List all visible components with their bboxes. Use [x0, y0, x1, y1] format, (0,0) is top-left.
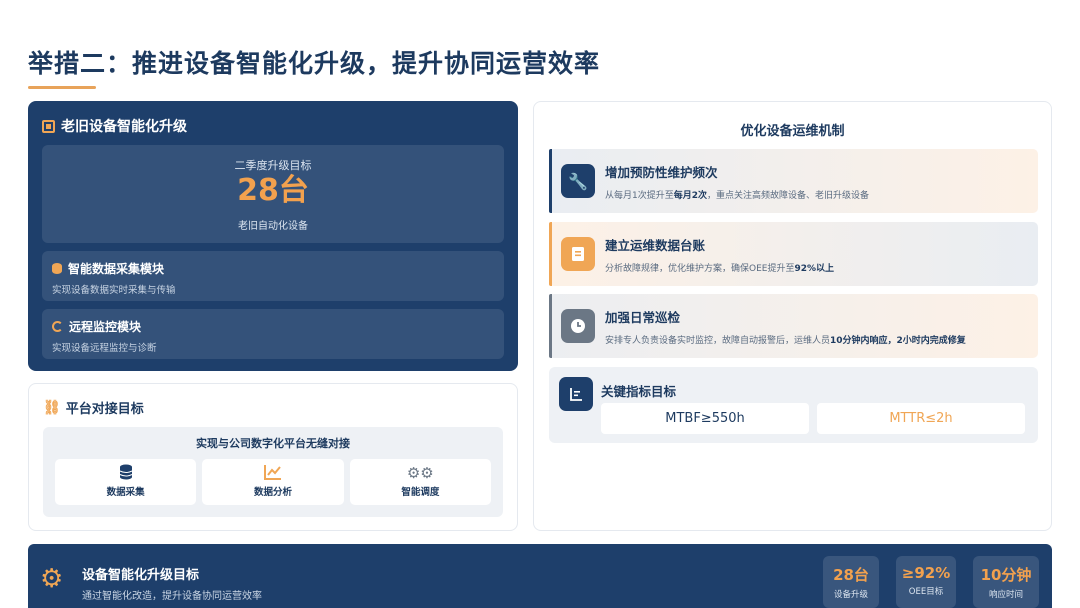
kpi-box: 关键指标目标 MTBF≥550h MTTR≤2h	[549, 367, 1038, 443]
platform-card-header: ⛓ 平台对接目标	[43, 398, 503, 418]
ledger-icon	[561, 237, 595, 271]
platform-inner: 实现与公司数字化平台无缝对接 数据采集 数据分析 ⚙⚙ 智能调度	[43, 427, 503, 517]
stat-value: 28台	[833, 566, 869, 584]
stat-oee: ≥92% OEE目标	[896, 556, 956, 608]
ops-card: 优化设备运维机制 🔧 增加预防性维护频次 从每月1次提升至每月2次，重点关注高频…	[533, 101, 1052, 531]
database-icon	[55, 464, 196, 482]
ops-item-title: 加强日常巡检	[605, 309, 681, 325]
module-desc: 实现设备远程监控与诊断	[52, 343, 157, 354]
stat-devices: 28台 设备升级	[823, 556, 879, 608]
line-chart-icon	[202, 464, 343, 482]
banner-subtitle: 通过智能化改造，提升设备协同运营效率	[82, 591, 262, 602]
gears-icon: ⚙⚙	[406, 464, 434, 482]
target-value: 28台	[237, 173, 309, 208]
target-sub: 老旧自动化设备	[238, 221, 308, 232]
database-icon	[52, 263, 62, 274]
chip-icon	[42, 119, 55, 133]
summary-banner: ⚙ 设备智能化升级目标 通过智能化改造，提升设备协同运营效率 28台 设备升级 …	[28, 544, 1052, 608]
module-desc: 实现设备数据实时采集与传输	[52, 285, 176, 296]
stat-value: 10分钟	[980, 566, 1032, 584]
ops-item-desc: 从每月1次提升至每月2次，重点关注高频故障设备、老旧升级设备	[605, 190, 870, 201]
target-label: 二季度升级目标	[234, 159, 312, 172]
ops-item-daily-inspection: 加强日常巡检 安排专人负责设备实时监控，故障自动报警后，运维人员10分钟内响应，…	[549, 294, 1038, 358]
platform-card: ⛓ 平台对接目标 实现与公司数字化平台无缝对接 数据采集 数据分析 ⚙⚙ 智能调…	[28, 383, 518, 531]
page-title: 举措二：推进设备智能化升级，提升协同运营效率	[28, 49, 601, 78]
module-data-collection: 智能数据采集模块 实现设备数据实时采集与传输	[42, 251, 504, 301]
upgrade-card-header: 老旧设备智能化升级	[42, 113, 504, 139]
upgrade-target-box: 二季度升级目标 28台 老旧自动化设备	[42, 145, 504, 243]
platform-item-data-analysis: 数据分析	[202, 459, 344, 505]
kpi-mtbf: MTBF≥550h	[601, 403, 809, 434]
platform-item-data-collection: 数据采集	[55, 459, 197, 505]
kpi-title: 关键指标目标	[601, 384, 677, 399]
title-underline	[28, 86, 96, 89]
module-title: 智能数据采集模块	[68, 262, 165, 276]
platform-item-smart-scheduling: ⚙⚙ 智能调度	[349, 459, 491, 505]
stat-label: 响应时间	[988, 590, 1023, 600]
stat-value: ≥92%	[901, 564, 951, 582]
stat-label: OEE目标	[908, 587, 944, 597]
platform-card-title: 平台对接目标	[65, 402, 144, 417]
banner-title: 设备智能化升级目标	[82, 568, 200, 583]
ops-item-desc: 安排专人负责设备实时监控，故障自动报警后，运维人员10分钟内响应，2小时内完成修…	[605, 335, 966, 346]
list-icon	[559, 377, 593, 411]
stat-response: 10分钟 响应时间	[973, 556, 1039, 608]
ops-item-desc: 分析故障规律，优化维护方案，确保OEE提升至92%以上	[605, 263, 835, 274]
platform-item-label: 数据分析	[253, 487, 292, 498]
ops-item-title: 增加预防性维护频次	[605, 164, 718, 180]
platform-item-label: 数据采集	[106, 487, 145, 498]
gears-icon: ⚙	[40, 564, 64, 594]
link-icon: ⛓	[43, 399, 61, 416]
module-remote-monitor: 远程监控模块 实现设备远程监控与诊断	[42, 309, 504, 359]
module-title: 远程监控模块	[69, 320, 142, 334]
stat-label: 设备升级	[833, 590, 868, 600]
ops-item-data-ledger: 建立运维数据台账 分析故障规律，优化维护方案，确保OEE提升至92%以上	[549, 222, 1038, 286]
ops-item-title: 建立运维数据台账	[605, 237, 706, 253]
ops-item-preventive-maintenance: 🔧 增加预防性维护频次 从每月1次提升至每月2次，重点关注高频故障设备、老旧升级…	[549, 149, 1038, 213]
platform-item-label: 智能调度	[401, 487, 440, 498]
platform-subtitle: 实现与公司数字化平台无缝对接	[196, 437, 350, 450]
satellite-icon	[52, 321, 63, 332]
wrench-icon: 🔧	[561, 164, 595, 198]
kpi-mttr: MTTR≤2h	[817, 403, 1025, 434]
ops-card-title: 优化设备运维机制	[740, 124, 845, 139]
upgrade-card: 老旧设备智能化升级 二季度升级目标 28台 老旧自动化设备 智能数据采集模块 实…	[28, 101, 518, 371]
upgrade-card-title: 老旧设备智能化升级	[61, 119, 187, 135]
clock-icon	[561, 309, 595, 343]
